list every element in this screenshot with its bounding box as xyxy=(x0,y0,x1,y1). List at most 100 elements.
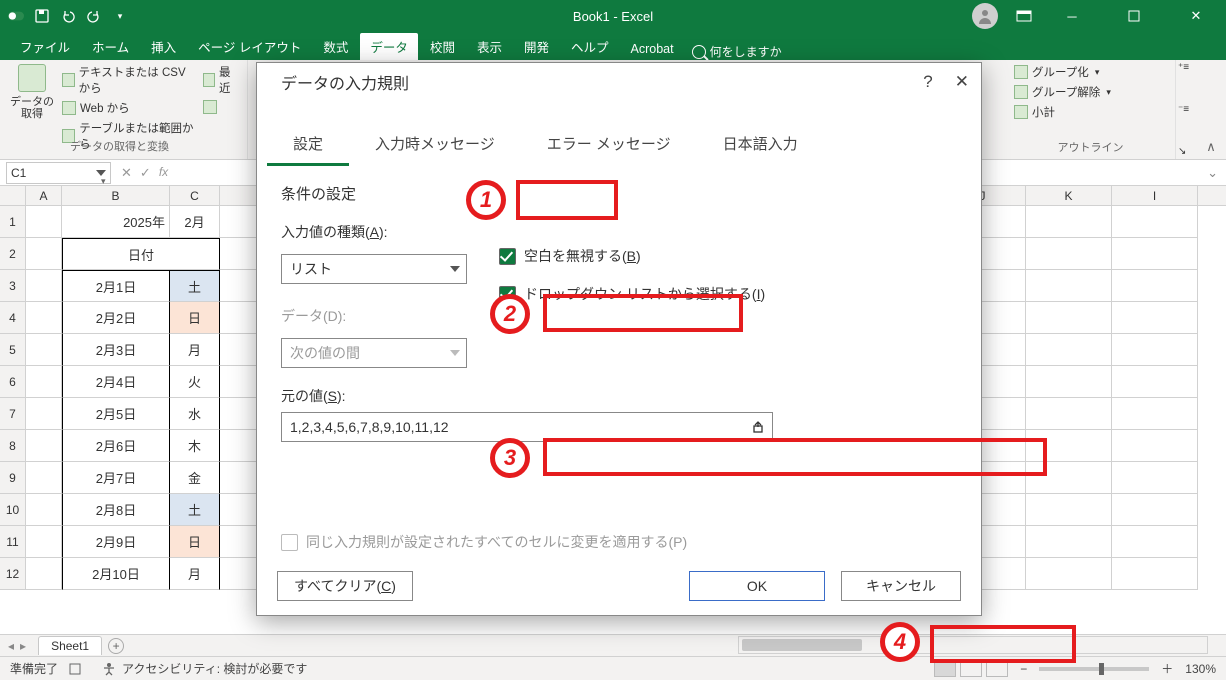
sheet-nav-next[interactable]: ▸ xyxy=(20,639,26,653)
cell[interactable]: 2月7日 xyxy=(62,462,170,494)
row-header[interactable]: 5 xyxy=(0,334,26,366)
select-all-button[interactable] xyxy=(0,186,26,205)
range-selector-button[interactable] xyxy=(744,413,772,441)
cell[interactable]: 2月1日 xyxy=(62,270,170,302)
ribbon-display-icon[interactable] xyxy=(1016,8,1032,24)
group-launcher-icon[interactable]: ↘ xyxy=(1178,146,1196,157)
dialog-tab-error-alert[interactable]: エラー メッセージ xyxy=(521,123,697,166)
dialog-tab-ime[interactable]: 日本語入力 xyxy=(697,123,824,166)
cell[interactable]: 日 xyxy=(170,302,220,334)
dialog-help-button[interactable]: ? xyxy=(923,72,932,92)
cell[interactable]: 土 xyxy=(170,270,220,302)
cancel-button[interactable]: キャンセル xyxy=(841,571,961,601)
cancel-formula-icon[interactable]: ✕ xyxy=(121,165,132,181)
col-header-B[interactable]: B xyxy=(62,186,170,205)
tab-help[interactable]: ヘルプ xyxy=(561,33,619,60)
ignore-blank-checkbox[interactable]: 空白を無視する(B) xyxy=(499,246,765,266)
user-avatar[interactable] xyxy=(972,3,998,29)
col-header-I[interactable]: I xyxy=(1112,186,1198,205)
cell[interactable]: 土 xyxy=(170,494,220,526)
row-header[interactable]: 4 xyxy=(0,302,26,334)
from-web-button[interactable]: Web から xyxy=(62,100,197,116)
tab-developer[interactable]: 開発 xyxy=(514,33,559,60)
cell[interactable]: 2月5日 xyxy=(62,398,170,430)
slider-thumb[interactable] xyxy=(1099,663,1104,675)
cell[interactable]: 2月2日 xyxy=(62,302,170,334)
col-header-A[interactable]: A xyxy=(26,186,62,205)
col-header-K[interactable]: K xyxy=(1026,186,1112,205)
sheet-nav-prev[interactable]: ◂ xyxy=(8,639,14,653)
ungroup-button[interactable]: グループ解除▾ xyxy=(1014,84,1167,100)
close-button[interactable]: ✕ xyxy=(1174,0,1218,32)
collapse-ribbon-button[interactable]: ∧ xyxy=(1198,60,1224,159)
row-header[interactable]: 9 xyxy=(0,462,26,494)
cell[interactable]: 日付 xyxy=(62,238,220,270)
cell[interactable]: 日 xyxy=(170,526,220,558)
cell[interactable]: 水 xyxy=(170,398,220,430)
add-sheet-button[interactable]: + xyxy=(108,638,124,654)
tab-insert[interactable]: 挿入 xyxy=(141,33,186,60)
tab-view[interactable]: 表示 xyxy=(467,33,512,60)
row-header[interactable]: 10 xyxy=(0,494,26,526)
cell[interactable]: 2月3日 xyxy=(62,334,170,366)
outline-collapse-icon[interactable]: ⁻≡ xyxy=(1178,104,1196,115)
allow-select[interactable]: リスト xyxy=(281,254,467,284)
cell[interactable]: 木 xyxy=(170,430,220,462)
get-data-button[interactable]: データの 取得 xyxy=(8,64,56,120)
redo-icon[interactable] xyxy=(86,8,102,24)
cell[interactable]: 2月6日 xyxy=(62,430,170,462)
minimize-button[interactable]: ─ xyxy=(1050,0,1094,32)
dialog-tab-settings[interactable]: 設定 xyxy=(267,123,349,166)
col-header-C[interactable]: C xyxy=(170,186,220,205)
cell[interactable]: 2025年 xyxy=(62,206,170,238)
fx-icon[interactable]: fx xyxy=(159,165,168,181)
source-input[interactable]: 1,2,3,4,5,6,7,8,9,10,11,12 xyxy=(281,412,773,442)
zoom-in-button[interactable]: ＋ xyxy=(1161,660,1173,677)
sheet-tab-1[interactable]: Sheet1 xyxy=(38,636,102,655)
cell[interactable]: 火 xyxy=(170,366,220,398)
row-header[interactable]: 1 xyxy=(0,206,26,238)
cell[interactable]: 月 xyxy=(170,334,220,366)
in-cell-dropdown-checkbox[interactable]: ドロップダウン リストから選択する(I) xyxy=(499,284,765,304)
normal-view-button[interactable] xyxy=(934,661,956,677)
cell[interactable]: 2月10日 xyxy=(62,558,170,590)
expand-formula-bar-icon[interactable]: ⌄ xyxy=(1199,165,1226,181)
tab-review[interactable]: 校閲 xyxy=(420,33,465,60)
clear-all-button[interactable]: すべてクリア(C) xyxy=(277,571,413,601)
row-header[interactable]: 12 xyxy=(0,558,26,590)
scrollbar-thumb[interactable] xyxy=(742,639,862,651)
tab-home[interactable]: ホーム xyxy=(82,33,139,60)
page-layout-view-button[interactable] xyxy=(960,661,982,677)
page-break-view-button[interactable] xyxy=(986,661,1008,677)
group-button[interactable]: グループ化▾ xyxy=(1014,64,1167,80)
cell[interactable]: 2月4日 xyxy=(62,366,170,398)
tab-file[interactable]: ファイル xyxy=(10,33,80,60)
undo-icon[interactable] xyxy=(60,8,76,24)
cell[interactable]: 金 xyxy=(170,462,220,494)
recent-sources-button[interactable]: 最近 xyxy=(203,64,239,96)
zoom-level[interactable]: 130% xyxy=(1185,662,1216,676)
tell-me[interactable]: 何をしますか xyxy=(692,43,782,60)
row-header[interactable]: 7 xyxy=(0,398,26,430)
cell[interactable]: 2月9日 xyxy=(62,526,170,558)
dialog-tab-input-message[interactable]: 入力時メッセージ xyxy=(349,123,521,166)
zoom-out-button[interactable]: − xyxy=(1020,662,1027,676)
tab-formulas[interactable]: 数式 xyxy=(313,33,358,60)
cell[interactable]: 2月 xyxy=(170,206,220,238)
row-header[interactable]: 2 xyxy=(0,238,26,270)
maximize-button[interactable] xyxy=(1112,0,1156,32)
accessibility-status[interactable]: アクセシビリティ: 検討が必要です xyxy=(102,660,307,677)
save-icon[interactable] xyxy=(34,8,50,24)
ok-button[interactable]: OK xyxy=(689,571,825,601)
tab-data[interactable]: データ xyxy=(360,33,418,60)
horizontal-scrollbar[interactable] xyxy=(738,636,1208,654)
autosave-toggle[interactable] xyxy=(8,8,24,24)
cell[interactable]: 2月8日 xyxy=(62,494,170,526)
macro-rec-icon[interactable] xyxy=(68,662,82,676)
row-header[interactable]: 6 xyxy=(0,366,26,398)
subtotal-button[interactable]: 小計 xyxy=(1014,104,1167,120)
from-csv-button[interactable]: テキストまたは CSV から xyxy=(62,64,197,96)
row-header[interactable]: 11 xyxy=(0,526,26,558)
dialog-close-button[interactable]: ✕ xyxy=(955,72,969,92)
cell[interactable]: 月 xyxy=(170,558,220,590)
